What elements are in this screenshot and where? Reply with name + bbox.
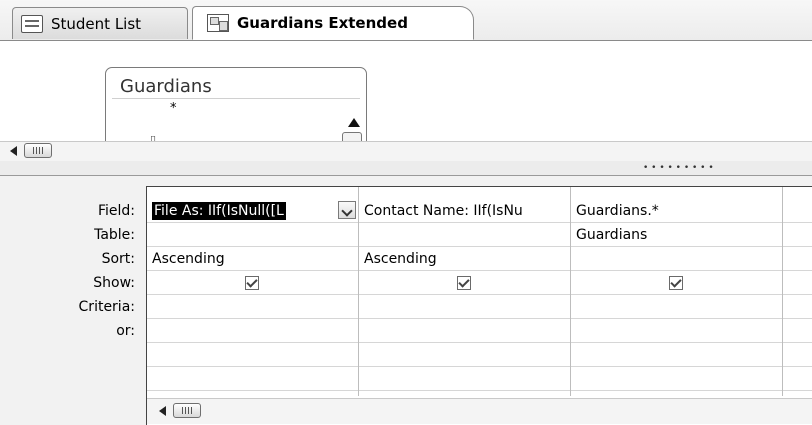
table-cell[interactable] (783, 223, 812, 247)
extra-criteria-cell[interactable] (783, 343, 812, 367)
criteria-cell[interactable] (147, 295, 358, 319)
table-pane-horizontal-scrollbar[interactable] (0, 141, 812, 162)
show-checkbox[interactable] (457, 276, 471, 290)
scrollbar-thumb[interactable] (24, 143, 52, 158)
extra-criteria-cell[interactable] (571, 367, 782, 391)
criteria-cell[interactable] (359, 295, 570, 319)
field-list-body: * ▯ (112, 98, 360, 141)
table-cell[interactable]: Guardians (571, 223, 782, 247)
row-label-criteria: Criteria: (78, 299, 135, 315)
extra-criteria-cell[interactable] (783, 367, 812, 391)
query-table-pane: Guardians * ▯ (0, 41, 812, 141)
chevron-down-icon[interactable] (338, 201, 356, 219)
sort-cell[interactable]: Ascending (147, 247, 358, 271)
pane-splitter[interactable]: • • • • • • • • • (0, 161, 812, 176)
form-icon (21, 14, 43, 33)
show-cell[interactable] (783, 271, 812, 295)
document-tab-strip: Student List Guardians Extended (0, 0, 812, 41)
tab-label: Guardians Extended (237, 14, 408, 32)
field-list-title: Guardians (120, 76, 212, 97)
scroll-left-arrow-icon[interactable] (159, 406, 166, 416)
field-cell[interactable] (783, 199, 812, 223)
row-label-sort: Sort: (101, 251, 135, 267)
grid-column-4 (783, 187, 812, 396)
field-list-item[interactable]: * (170, 101, 177, 116)
scroll-left-arrow-icon[interactable] (10, 146, 17, 156)
splitter-grip-icon[interactable]: • • • • • • • • • (643, 164, 714, 173)
show-cell[interactable] (359, 271, 570, 295)
show-cell[interactable] (147, 271, 358, 295)
row-label-or: or: (116, 323, 135, 339)
grid-column-1: File As: IIf(IsNull([L Ascending (147, 187, 359, 396)
criteria-cell[interactable] (783, 295, 812, 319)
extra-criteria-cell[interactable] (147, 343, 358, 367)
or-cell[interactable] (783, 319, 812, 343)
show-checkbox[interactable] (669, 276, 683, 290)
table-cell[interactable] (359, 223, 570, 247)
field-cell[interactable]: Contact Name: IIf(IsNu (359, 199, 570, 223)
field-list-scrollbar[interactable] (342, 132, 362, 141)
query-design-grid: File As: IIf(IsNull([L Ascending Contact… (146, 186, 812, 425)
table-cell[interactable] (147, 223, 358, 247)
field-cell[interactable]: File As: IIf(IsNull([L (147, 199, 358, 223)
sort-cell[interactable] (571, 247, 782, 271)
or-cell[interactable] (147, 319, 358, 343)
grid-column-2: Contact Name: IIf(IsNu Ascending (359, 187, 571, 396)
field-value: File As: IIf(IsNull([L (152, 202, 286, 220)
grid-horizontal-scrollbar[interactable] (147, 398, 812, 424)
sort-cell[interactable] (783, 247, 812, 271)
key-icon: ▯ (150, 133, 157, 141)
extra-criteria-cell[interactable] (359, 343, 570, 367)
extra-criteria-cell[interactable] (571, 343, 782, 367)
tab-label: Student List (51, 14, 142, 33)
row-label-table: Table: (94, 227, 135, 243)
scrollbar-thumb[interactable] (173, 403, 201, 418)
extra-criteria-cell[interactable] (359, 367, 570, 391)
criteria-cell[interactable] (571, 295, 782, 319)
or-cell[interactable] (571, 319, 782, 343)
tab-student-list[interactable]: Student List (12, 7, 188, 39)
grid-column-3: Guardians.* Guardians (571, 187, 783, 396)
show-checkbox[interactable] (245, 276, 259, 290)
tab-guardians-extended[interactable]: Guardians Extended (192, 6, 474, 40)
sort-cell[interactable]: Ascending (359, 247, 570, 271)
field-list-guardians[interactable]: Guardians * ▯ (105, 67, 367, 141)
row-label-field: Field: (97, 203, 135, 219)
or-cell[interactable] (359, 319, 570, 343)
show-cell[interactable] (571, 271, 782, 295)
field-cell[interactable]: Guardians.* (571, 199, 782, 223)
query-icon (207, 14, 229, 32)
scroll-up-arrow-icon[interactable] (348, 118, 360, 127)
design-grid-pane: Field: Table: Sort: Show: Criteria: or: … (0, 176, 812, 425)
extra-criteria-cell[interactable] (147, 367, 358, 391)
row-label-show: Show: (93, 275, 135, 291)
